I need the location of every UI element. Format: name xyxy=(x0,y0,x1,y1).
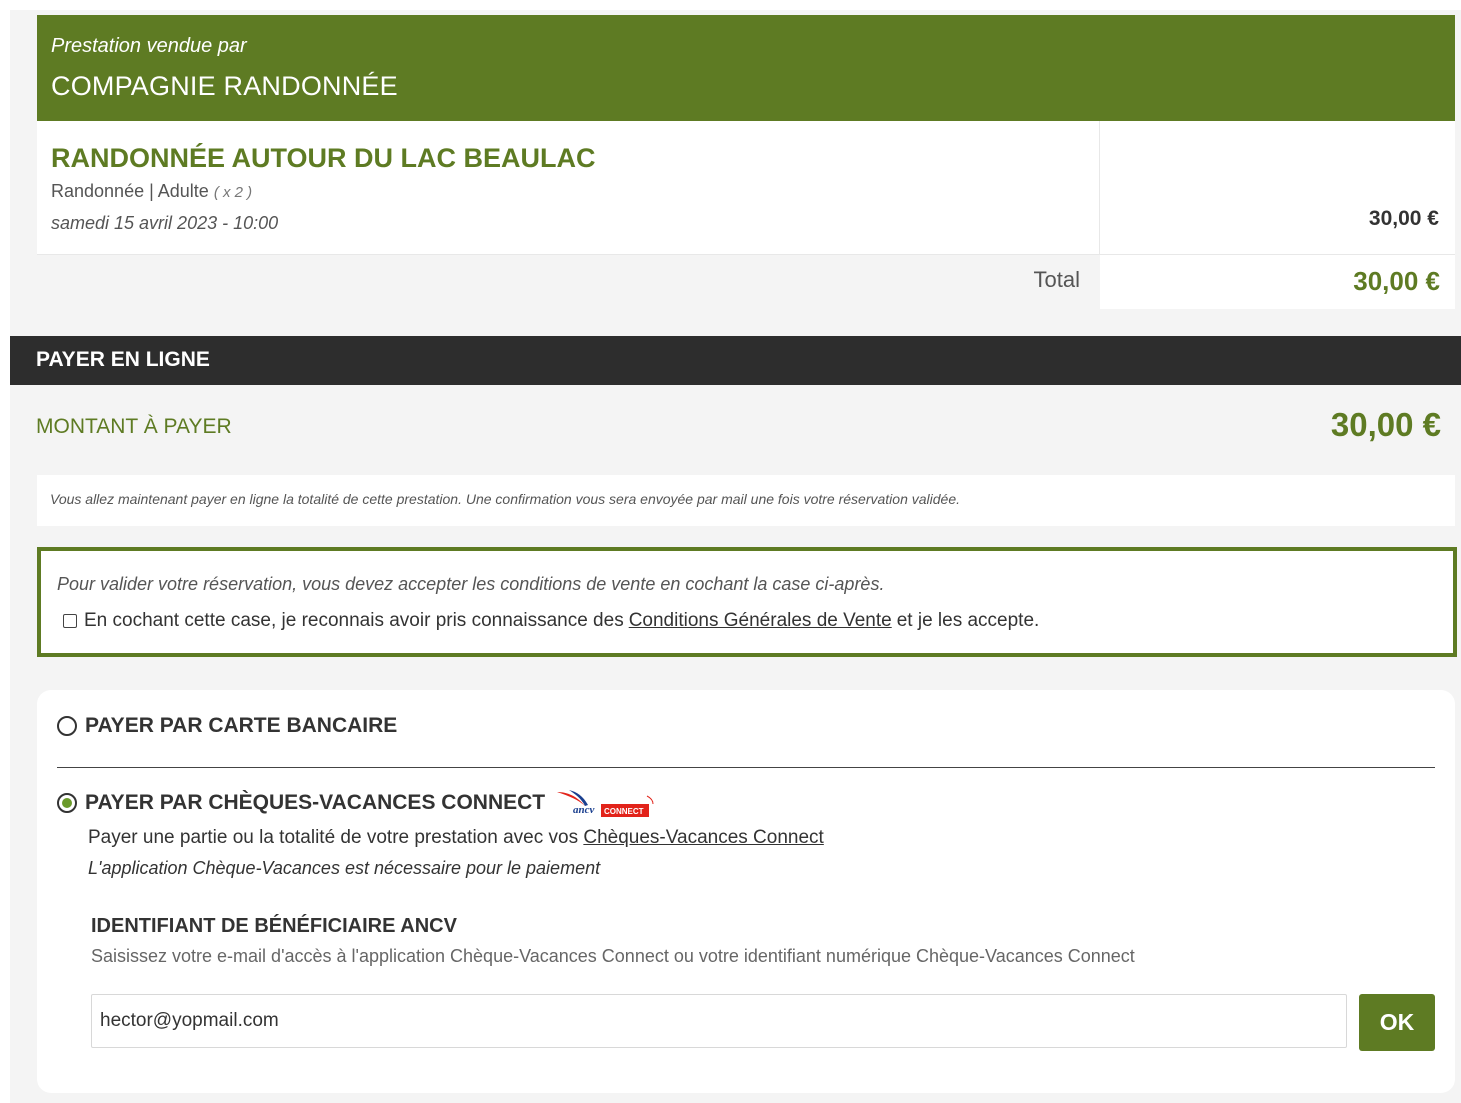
pay-by-ancv-radio[interactable] xyxy=(57,793,77,813)
product-quantity: ( x 2 ) xyxy=(213,184,253,201)
beneficiary-id-input[interactable] xyxy=(91,994,1347,1048)
conditions-prefix: En cochant cette case, je reconnais avoi… xyxy=(84,610,624,631)
seller-name: COMPAGNIE RANDONNÉE xyxy=(51,71,398,101)
pay-online-title: PAYER EN LIGNE xyxy=(36,348,210,371)
seller-header: Prestation vendue par COMPAGNIE RANDONNÉ… xyxy=(37,15,1455,121)
product-category: Randonnée | Adulte ( x 2 ) xyxy=(51,181,252,202)
total-box: 30,00 € xyxy=(1100,255,1455,309)
product-row: RANDONNÉE AUTOUR DU LAC BEAULAC Randonné… xyxy=(37,121,1455,255)
amount-value: 30,00 € xyxy=(1330,406,1441,443)
cgv-link[interactable]: Conditions Générales de Vente xyxy=(629,610,892,632)
ancv-connect-logo-icon: ancv CONNECT xyxy=(555,786,655,820)
ancv-description: Payer une partie ou la totalité de votre… xyxy=(88,827,824,849)
conditions-line: En cochant cette case, je reconnais avoi… xyxy=(63,610,1039,632)
conditions-box: Pour valider votre réservation, vous dev… xyxy=(37,547,1457,657)
ancv-app-note: L'application Chèque-Vacances est nécess… xyxy=(88,858,601,878)
product-category-text: Randonnée | Adulte xyxy=(51,181,209,201)
accept-cgv-checkbox[interactable] xyxy=(63,614,77,628)
payment-options-card: PAYER PAR CARTE BANCAIRE PAYER PAR CHÈQU… xyxy=(37,690,1455,1093)
ancv-info-link[interactable]: Chèques-Vacances Connect xyxy=(583,827,823,848)
payment-info-box: Vous allez maintenant payer en ligne la … xyxy=(37,475,1455,526)
pay-by-card-label: PAYER PAR CARTE BANCAIRE xyxy=(85,714,398,737)
pay-by-ancv-label: PAYER PAR CHÈQUES-VACANCES CONNECT xyxy=(85,791,546,814)
pay-by-ancv-option[interactable]: PAYER PAR CHÈQUES-VACANCES CONNECT ancv … xyxy=(57,786,655,820)
sold-by-label: Prestation vendue par xyxy=(51,35,247,57)
product-info: RANDONNÉE AUTOUR DU LAC BEAULAC Randonné… xyxy=(37,121,1100,254)
conditions-suffix: et je les accepte. xyxy=(896,610,1040,631)
payment-info-text: Vous allez maintenant payer en ligne la … xyxy=(50,491,960,507)
page: Prestation vendue par COMPAGNIE RANDONNÉ… xyxy=(10,10,1461,1103)
options-divider xyxy=(57,767,1435,768)
pay-by-card-option[interactable]: PAYER PAR CARTE BANCAIRE xyxy=(57,714,397,738)
amount-label: MONTANT À PAYER xyxy=(36,415,232,438)
pay-online-header: PAYER EN LIGNE xyxy=(10,336,1461,385)
product-price: 30,00 € xyxy=(1368,207,1439,230)
ancv-logo-badge: CONNECT xyxy=(604,807,644,816)
pay-by-card-radio[interactable] xyxy=(57,716,77,736)
beneficiary-help: Saisissez votre e-mail d'accès à l'appli… xyxy=(91,946,1135,966)
conditions-hint: Pour valider votre réservation, vous dev… xyxy=(57,574,885,594)
beneficiary-title: IDENTIFIANT DE BÉNÉFICIAIRE ANCV xyxy=(91,915,457,937)
product-title: RANDONNÉE AUTOUR DU LAC BEAULAC xyxy=(51,143,596,173)
ok-button[interactable]: OK xyxy=(1359,994,1435,1051)
ancv-logo-text: ancv xyxy=(573,804,595,816)
product-date: samedi 15 avril 2023 - 10:00 xyxy=(51,213,279,233)
ancv-description-text: Payer une partie ou la totalité de votre… xyxy=(88,827,579,848)
total-label: Total xyxy=(1033,267,1080,292)
total-value: 30,00 € xyxy=(1353,266,1440,296)
